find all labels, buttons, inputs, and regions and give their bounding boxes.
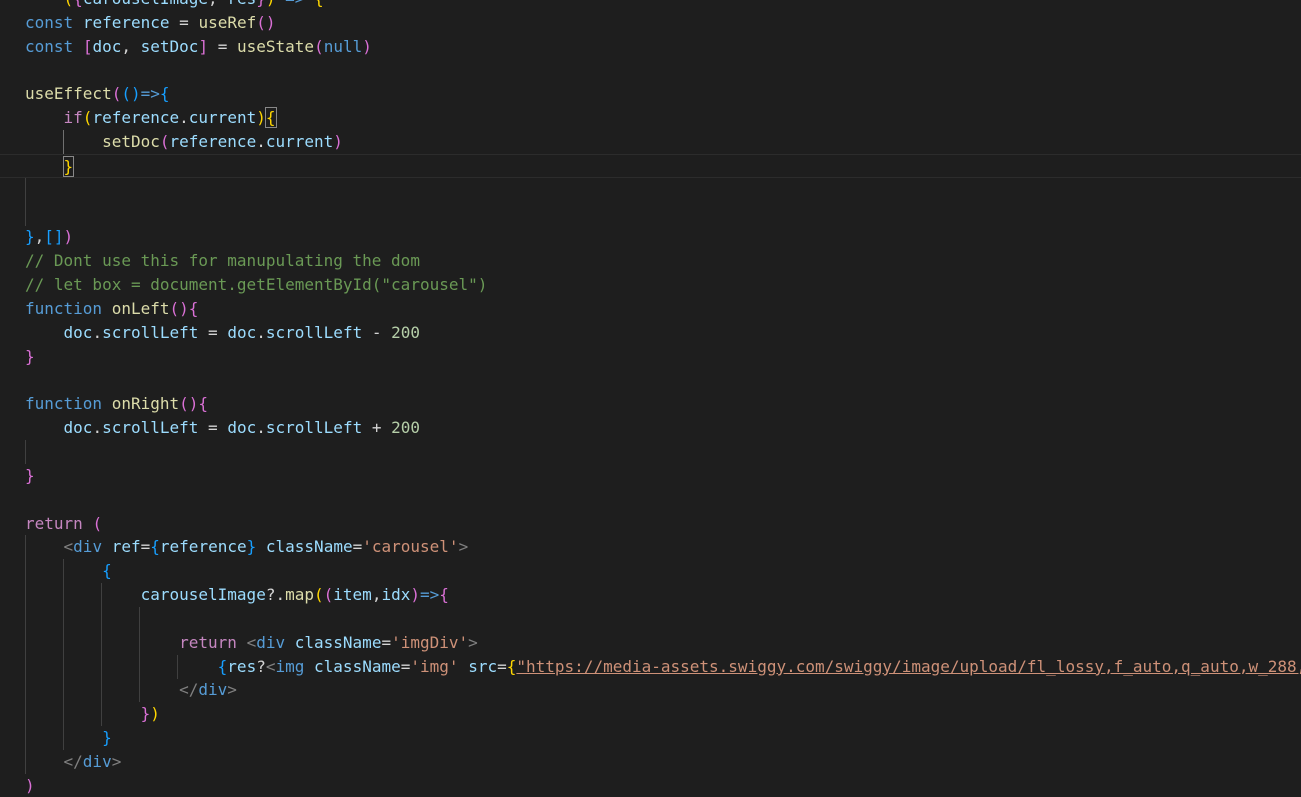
matched-bracket: { xyxy=(264,107,277,129)
code-line xyxy=(0,606,1301,631)
code-comment: // Dont use this for manupulating the do… xyxy=(25,251,420,271)
code-line xyxy=(0,177,1301,202)
code-line: const reference = useRef() xyxy=(25,12,276,32)
code-line: doc.scrollLeft = doc.scrollLeft + 200 xyxy=(63,418,421,438)
code-line: </div> xyxy=(0,750,1301,774)
code-line: { xyxy=(0,559,1301,584)
code-line: ({carouselImage, res}) => { xyxy=(0,0,1301,11)
code-line: if(reference.current){ xyxy=(63,107,277,129)
code-line: },[]) xyxy=(25,227,74,247)
token-variable: reference xyxy=(82,12,170,32)
code-line: } xyxy=(25,346,35,366)
token-function: useRef xyxy=(198,12,257,32)
current-line: } xyxy=(0,153,1301,178)
code-line: // Dont use this for manupulating the do… xyxy=(0,249,1301,273)
code-lines: ({carouselImage, res}) => { const refere… xyxy=(0,0,1301,797)
token-keyword: const xyxy=(25,12,74,32)
code-line: useEffect(()=>{ xyxy=(25,84,170,104)
code-line xyxy=(0,440,1301,465)
code-comment: // let box = document.getElementById("ca… xyxy=(25,275,488,295)
code-line: <div ref={reference} className='carousel… xyxy=(0,535,1301,560)
indent-guide xyxy=(25,440,26,465)
code-line: doc.scrollLeft = doc.scrollLeft - 200 xyxy=(63,322,421,342)
code-line: // let box = document.getElementById("ca… xyxy=(0,273,1301,297)
code-line: } xyxy=(25,465,35,485)
code-line: {res?<img className='img' src={"https://… xyxy=(0,654,1301,679)
indent-guide xyxy=(25,201,26,226)
code-line: function onLeft(){ xyxy=(25,298,199,318)
code-editor[interactable]: ({carouselImage, res}) => { const refere… xyxy=(0,0,1301,797)
code-line: return ( xyxy=(25,513,103,533)
code-line: const [doc, setDoc] = useState(null) xyxy=(25,36,372,56)
code-line: setDoc(reference.current) xyxy=(0,130,1301,155)
code-line: ) xyxy=(25,775,35,795)
indent-guide xyxy=(25,606,26,631)
code-line: function onRight(){ xyxy=(25,394,209,414)
matched-bracket: } xyxy=(62,155,75,177)
url-link[interactable]: "https://media-assets.swiggy.com/swiggy/… xyxy=(516,657,1301,676)
code-line: }) xyxy=(0,702,1301,727)
indent-guide xyxy=(139,606,140,631)
indent-guide xyxy=(101,606,102,631)
indent-guide xyxy=(25,177,26,202)
code-line: </div> xyxy=(0,678,1301,703)
indent-guide xyxy=(63,606,64,631)
code-line: return <div className='imgDiv'> xyxy=(0,630,1301,655)
code-line: carouselImage?.map((item,idx)=>{ xyxy=(0,583,1301,608)
code-line xyxy=(0,201,1301,226)
code-line: } xyxy=(0,726,1301,751)
